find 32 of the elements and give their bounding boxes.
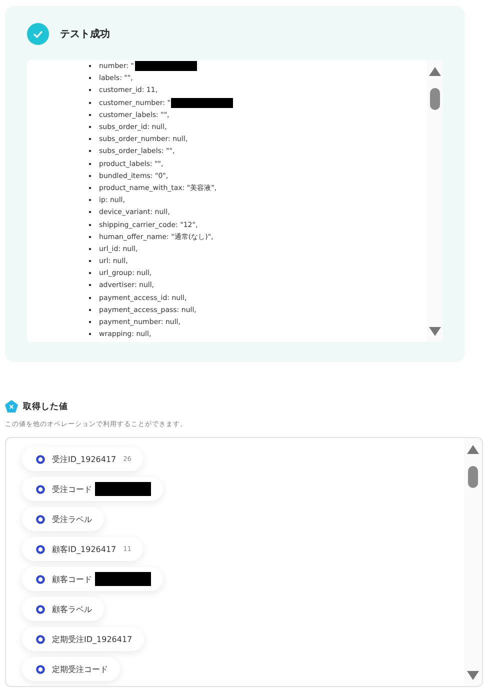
pentagon-icon xyxy=(5,400,18,413)
scroll-thumb[interactable] xyxy=(468,466,478,488)
scroll-up-icon[interactable] xyxy=(429,67,441,76)
chip-label: 顧客ID_1926417 xyxy=(52,544,116,554)
ring-icon xyxy=(36,574,45,584)
ring-icon xyxy=(36,484,45,494)
chip-label: 受注コード xyxy=(52,484,92,494)
value-chip[interactable]: 顧客ラベル xyxy=(22,597,104,621)
check-circle-icon xyxy=(27,23,49,45)
scroll-up-icon[interactable] xyxy=(467,445,479,454)
chip-label: 定期受注ID_1926417 xyxy=(52,634,132,644)
ring-icon xyxy=(36,454,45,464)
chip-label: 定期受注コード xyxy=(52,664,108,674)
chip-label: 受注ラベル xyxy=(52,514,92,524)
chip-label: 受注ID_1926417 xyxy=(52,454,116,464)
values-title: 取得した値 xyxy=(23,400,68,412)
ring-icon xyxy=(36,664,45,674)
ring-icon xyxy=(36,514,45,524)
value-chip[interactable]: 受注コード xyxy=(22,477,163,501)
scroll-down-icon[interactable] xyxy=(429,327,441,336)
chip-label: 顧客コード xyxy=(52,574,92,584)
ring-icon xyxy=(36,544,45,554)
value-chip[interactable]: 定期受注コード xyxy=(22,657,120,681)
value-chip[interactable]: 定期受注ID_1926417 xyxy=(22,627,144,651)
value-chip[interactable]: 顧客コード xyxy=(22,567,163,591)
chip-label: 顧客ラベル xyxy=(52,604,92,614)
ring-icon xyxy=(36,634,45,644)
scroll-thumb[interactable] xyxy=(430,88,440,110)
ring-icon xyxy=(36,604,45,614)
scroll-down-icon[interactable] xyxy=(467,671,479,680)
result-title: テスト成功 xyxy=(60,28,110,41)
value-chip[interactable]: 受注ラベル xyxy=(22,507,104,531)
